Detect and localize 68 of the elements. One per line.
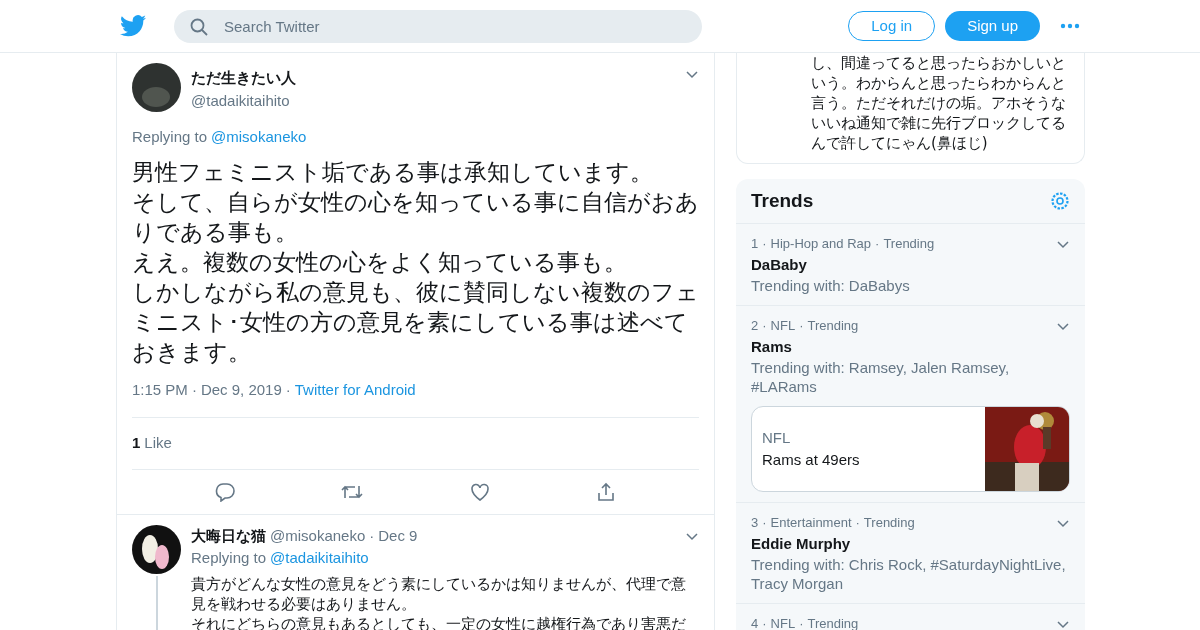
replying-label: Replying to (191, 548, 267, 568)
trend-related: Trending with: DaBabys (751, 276, 911, 295)
tweet-text: しかしながら私の意見も、彼に賛同しない複数のフェミニスト･女性の方の意見を素にしている事は述べておきます。 (132, 277, 699, 367)
trend-status: Trending (863, 514, 915, 532)
tweet-time: 1:15 PM (132, 379, 188, 400)
mention-link[interactable]: @misokaneko (211, 126, 307, 149)
like-count[interactable]: 1 (132, 432, 141, 455)
trend-category: Entertainment (770, 514, 852, 532)
trend-name: Eddie Murphy (751, 533, 852, 554)
card-label: NFL (762, 427, 792, 448)
trend-rank: 1 (751, 235, 759, 253)
settings-icon[interactable] (1050, 191, 1070, 211)
trend-status: Trending (807, 317, 859, 335)
bird-logo-icon[interactable] (120, 15, 146, 37)
avatar[interactable] (132, 524, 181, 574)
trend-related: Trending with: Chris Rock, #SaturdayNightLive, Tracy Morgan (751, 555, 1067, 593)
reply-icon[interactable] (215, 481, 236, 502)
trend-name: Rams (751, 336, 793, 357)
trend-related: Trending with: Ramsey, Jalen Ramsey, #LARams (751, 358, 1011, 396)
separator-dot: · (762, 317, 767, 335)
tweet-text: そして、自らが女性の心を知っている事に自信がおありである事も。 (132, 187, 699, 247)
separator-dot: · (191, 379, 197, 400)
trend-category: Hip-Hop and Rap (770, 235, 872, 253)
separator-dot: · (799, 615, 804, 630)
trend-category: NFL (770, 317, 796, 335)
separator-dot: · (762, 615, 767, 630)
trends-title: Trends (751, 188, 814, 213)
author-name[interactable]: 大晦日な猫 (191, 524, 266, 547)
tweet-text: 男性フェミニスト垢である事は承知しています。 (132, 157, 654, 187)
trend-rank: 2 (751, 317, 759, 335)
like-label[interactable]: Like (144, 432, 172, 455)
heart-icon[interactable] (469, 481, 490, 502)
source-link[interactable]: Twitter for Android (294, 378, 416, 401)
separator-dot: · (855, 514, 860, 532)
news-card[interactable]: NFL Rams at 49ers (751, 406, 1070, 492)
separator-dot: · (875, 235, 880, 253)
reply-text: 貴方がどんな女性の意見をどう素にしているかは知りませんが、代理で意見を戦わせる必要はありません。 (191, 573, 687, 614)
trend-status: Trending (807, 615, 859, 630)
avatar[interactable] (132, 63, 181, 112)
search-field[interactable]: Search Twitter (174, 9, 702, 43)
signup-button[interactable]: Sign up (945, 11, 1040, 41)
separator-dot: · (799, 317, 804, 335)
tweet-text: ええ。複数の女性の心をよく知っている事も。 (132, 247, 628, 277)
author-handle[interactable]: @misokaneko (270, 524, 366, 547)
tweet-date[interactable]: Dec 9 (378, 524, 418, 547)
trend-rank: 3 (751, 514, 759, 532)
separator-dot: · (369, 525, 375, 546)
trend-item[interactable]: 1 · Hip-Hop and Rap · Trending DaBaby Trending with: DaBabys (736, 224, 1085, 306)
trend-name: DaBaby (751, 254, 808, 275)
trend-item[interactable]: 4 · NFL · Trending (736, 604, 1085, 630)
share-icon[interactable] (595, 481, 616, 502)
separator-dot: · (762, 235, 767, 253)
separator-dot: · (762, 514, 767, 532)
author-name[interactable]: ただ生きたい人 (191, 67, 675, 90)
trend-item[interactable]: 3 · Entertainment · Trending Eddie Murphy Trending with: Chris Rock, #SaturdayNightLive, Tracy Morgan (736, 503, 1085, 604)
replying-label: Replying to (132, 127, 208, 147)
more-icon[interactable] (1060, 23, 1080, 29)
trend-status: Trending (883, 235, 935, 253)
mention-link[interactable]: @tadaikitaihito (270, 547, 369, 570)
card-title: Rams at 49ers (762, 450, 861, 470)
trend-category: NFL (770, 615, 796, 630)
separator-dot: · (285, 379, 291, 400)
trend-item[interactable]: 2 · NFL · Trending Rams Trending with: Ramsey, Jalen Ramsey, #LARams NFL Rams at 49ers (736, 306, 1085, 503)
search-icon (190, 17, 208, 36)
bio-text: し、間違ってると思ったらおかしいという。わからんと思ったらわからんと言う。ただそれだけの垢。アホそうないいね通知で雑に先行ブロックしてるんで許してにゃん(鼻ほじ) (811, 53, 1067, 153)
trend-rank: 4 (751, 615, 759, 630)
author-handle[interactable]: @tadaikitaihito (191, 89, 675, 112)
tweet-date: Dec 9, 2019 (200, 379, 282, 400)
